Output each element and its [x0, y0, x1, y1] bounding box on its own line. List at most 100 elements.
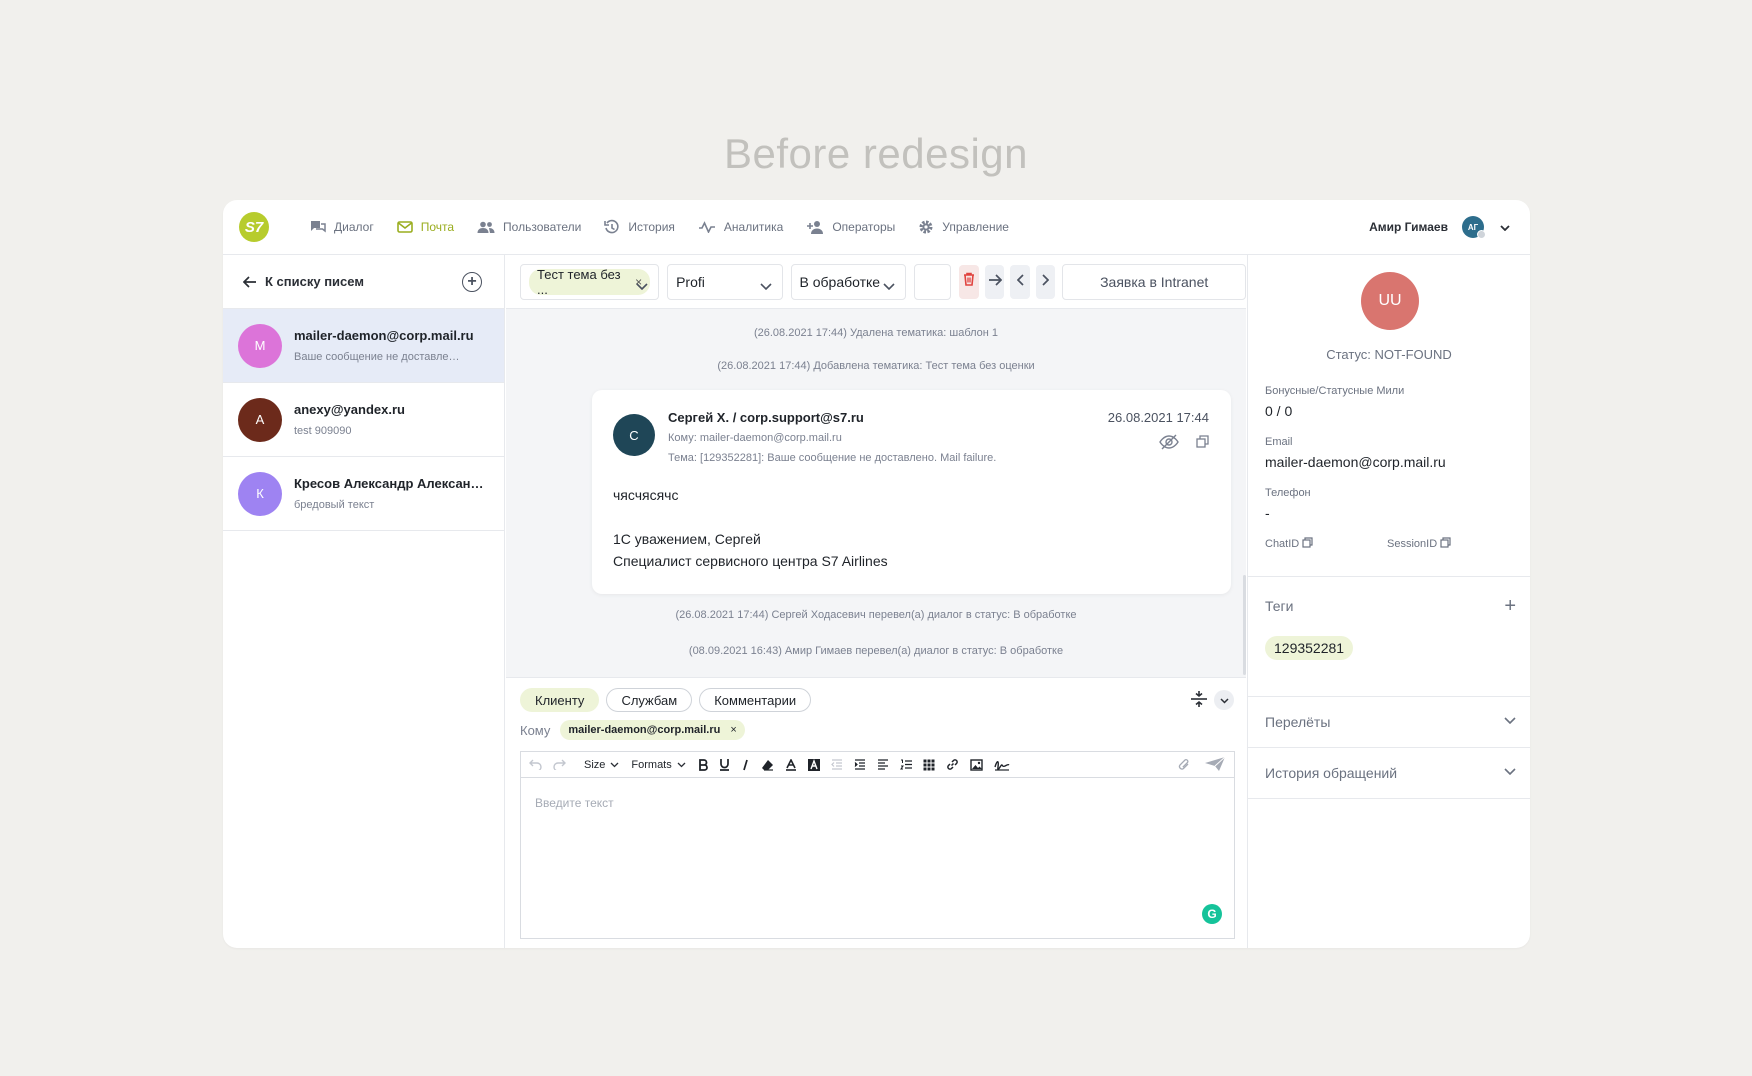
- image-icon[interactable]: [970, 758, 983, 771]
- nav-label: Почта: [420, 220, 455, 234]
- outdent-icon[interactable]: [830, 759, 843, 770]
- size-dropdown[interactable]: Size: [584, 759, 619, 771]
- conversation-item[interactable]: К Кресов Александр Александрович бредовы…: [223, 457, 504, 531]
- message-body: чясчясячс 1С уважением, Сергей Специалис…: [613, 484, 888, 572]
- page-heading: Before redesign: [723, 130, 1029, 177]
- group-select[interactable]: Profi: [667, 263, 783, 300]
- accordion-request-history[interactable]: История обращений: [1248, 748, 1530, 799]
- formats-dropdown[interactable]: Formats: [631, 758, 686, 771]
- nav-item-dialog[interactable]: Диалог: [310, 219, 374, 235]
- underline-icon[interactable]: [719, 758, 730, 771]
- email-value: mailer-daemon@corp.mail.ru: [1265, 454, 1446, 470]
- nav-label: История: [628, 220, 675, 234]
- undo-icon[interactable]: [529, 759, 542, 770]
- tab-services[interactable]: Службам: [606, 688, 693, 712]
- numbered-list-icon[interactable]: [899, 759, 912, 770]
- size-label: Size: [584, 758, 606, 771]
- conversation-preview: бредовый текст: [294, 499, 375, 511]
- avatar: A: [238, 397, 282, 442]
- new-letter-button[interactable]: +: [462, 272, 482, 292]
- text-color-icon[interactable]: [785, 758, 797, 771]
- accordion-label: Перелёты: [1265, 714, 1331, 730]
- status-select[interactable]: В обработке: [790, 263, 906, 300]
- system-message: (26.08.2021 17:44) Сергей Ходасевич пере…: [675, 609, 1077, 621]
- tab-comments[interactable]: Комментарии: [699, 688, 812, 712]
- chevron-down-icon: [1500, 220, 1510, 234]
- signature-icon[interactable]: [994, 759, 1010, 771]
- recipient-chip: mailer-daemon@corp.mail.ru ×: [560, 720, 745, 740]
- previous-button[interactable]: [1010, 264, 1030, 299]
- accordion-label: История обращений: [1265, 765, 1398, 781]
- link-icon[interactable]: [946, 758, 959, 771]
- conversation-item[interactable]: M mailer-daemon@corp.mail.ru Ваше сообще…: [223, 309, 504, 383]
- back-to-list[interactable]: К списку писем +: [223, 255, 504, 309]
- gear-icon: [918, 219, 934, 235]
- send-icon[interactable]: [1204, 756, 1226, 775]
- copy-icon: [1437, 537, 1451, 551]
- avatar: M: [238, 323, 282, 368]
- delete-button[interactable]: [959, 264, 979, 299]
- accordion-flights[interactable]: Перелёты: [1248, 697, 1530, 748]
- top-nav: S7 Диалог Почта Пользователи История Ана…: [223, 200, 1530, 255]
- tag-chip[interactable]: 129352281: [1265, 636, 1354, 660]
- topic-chip-label: Тест тема без ...: [537, 266, 621, 297]
- bold-icon[interactable]: [698, 758, 708, 771]
- eraser-icon[interactable]: [761, 759, 774, 771]
- conversation-item[interactable]: A anexy@yandex.ru test 909090: [223, 383, 504, 457]
- grammarly-icon[interactable]: G: [1202, 904, 1222, 924]
- formats-label: Formats: [631, 758, 672, 771]
- eye-off-icon[interactable]: [1159, 434, 1179, 455]
- message-feed: (26.08.2021 17:44) Удалена тематика: шаб…: [506, 309, 1246, 677]
- message-line: чясчясячс: [613, 487, 679, 503]
- feed-scrollbar[interactable]: [1243, 575, 1246, 675]
- intranet-request-button[interactable]: Заявка в Intranet: [1062, 263, 1246, 300]
- forward-button[interactable]: [984, 264, 1005, 299]
- conversation-name: mailer-daemon@corp.mail.ru: [294, 328, 474, 343]
- chevron-down-icon: [883, 277, 895, 293]
- copy-icon[interactable]: [1196, 435, 1209, 453]
- chevron-down-icon: [1504, 717, 1516, 724]
- background-color-icon[interactable]: [807, 758, 820, 771]
- system-message: (08.09.2021 16:43) Амир Гимаев перевел(а…: [688, 645, 1064, 657]
- user-menu[interactable]: Амир Гимаев АГ: [1369, 216, 1510, 239]
- nav-item-users[interactable]: Пользователи: [477, 219, 581, 235]
- dialog-panel: Тест тема без ... × Profi В обработке За…: [506, 255, 1246, 948]
- nav-label: Диалог: [334, 220, 374, 234]
- close-icon[interactable]: ×: [730, 724, 736, 736]
- chat-id[interactable]: ChatID: [1265, 537, 1313, 551]
- group-value: Profi: [676, 273, 705, 290]
- indent-icon[interactable]: [854, 759, 866, 770]
- add-user-icon: [806, 220, 824, 234]
- arrow-right-icon: [988, 273, 1002, 291]
- empty-field[interactable]: [913, 263, 952, 300]
- italic-icon[interactable]: [741, 759, 750, 771]
- nav-item-history[interactable]: История: [604, 219, 675, 235]
- topic-select[interactable]: Тест тема без ... ×: [520, 263, 660, 300]
- table-icon[interactable]: [922, 758, 935, 771]
- analytics-icon: [698, 221, 716, 233]
- s7-logo[interactable]: S7: [239, 212, 269, 242]
- redo-icon[interactable]: [553, 759, 566, 770]
- nav-item-analytics[interactable]: Аналитика: [698, 219, 783, 235]
- add-tag-button[interactable]: +: [1504, 595, 1516, 618]
- align-left-icon[interactable]: [877, 759, 889, 770]
- attachment-icon[interactable]: [1178, 758, 1190, 774]
- user-avatar: АГ: [1462, 216, 1486, 239]
- message-line: Специалист сервисного центра S7 Airlines: [613, 553, 888, 569]
- nav-item-operators[interactable]: Операторы: [806, 219, 895, 235]
- session-id[interactable]: SessionID: [1387, 537, 1451, 551]
- tags-title: Теги: [1265, 598, 1294, 614]
- collapse-button[interactable]: [1214, 690, 1234, 710]
- client-profile-panel: UU Статус: NOT-FOUND Бонусные/Статусные …: [1247, 255, 1530, 948]
- trash-icon: [963, 272, 975, 291]
- next-button[interactable]: [1035, 264, 1056, 299]
- tab-client[interactable]: Клиенту: [520, 688, 600, 712]
- rich-text-editor[interactable]: Size Formats Введите текст G: [520, 751, 1235, 939]
- expand-icon[interactable]: [1190, 690, 1208, 713]
- nav-item-mail[interactable]: Почта: [396, 219, 455, 235]
- conversation-name: Кресов Александр Александрович: [294, 476, 490, 491]
- editor-placeholder: Введите текст: [535, 796, 614, 810]
- chat-icon: [310, 220, 326, 234]
- nav-item-management[interactable]: Управление: [918, 219, 1009, 235]
- history-icon: [604, 219, 620, 235]
